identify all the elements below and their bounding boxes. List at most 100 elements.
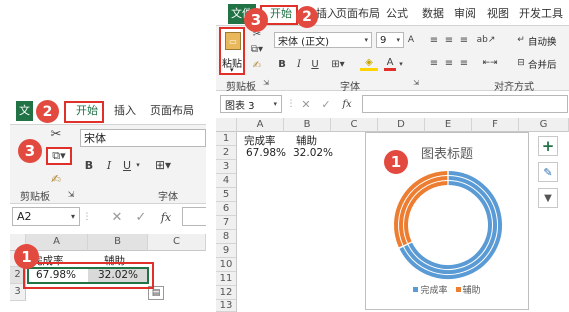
column-header-b[interactable]: B bbox=[284, 118, 331, 132]
bold-button[interactable]: B bbox=[82, 157, 96, 173]
increase-font-icon[interactable]: A bbox=[406, 32, 416, 48]
font-name-dropdown-icon[interactable]: ▾ bbox=[364, 36, 368, 44]
row-header-6[interactable]: 6 bbox=[216, 202, 237, 216]
merge-label[interactable]: 合并后 bbox=[528, 57, 557, 71]
cell-a1[interactable]: 完成率 bbox=[244, 133, 276, 148]
font-name-select[interactable]: 宋体 bbox=[80, 129, 206, 147]
tab-page-layout[interactable]: 页面布局 bbox=[336, 4, 380, 24]
border-icon[interactable]: ⊞▾ bbox=[330, 57, 346, 71]
row-header-1[interactable]: 1 bbox=[216, 132, 237, 146]
clipboard-launcher-icon[interactable]: ⇲ bbox=[262, 79, 270, 87]
row-header-9[interactable]: 9 bbox=[216, 244, 237, 258]
tab-insert[interactable]: 插入 bbox=[114, 101, 136, 121]
row-header-7[interactable]: 7 bbox=[216, 216, 237, 230]
merge-icon[interactable]: ⊟ bbox=[516, 57, 526, 69]
font-size-select[interactable]: 9 ▾ bbox=[376, 32, 404, 48]
more-icon: ⋮ bbox=[286, 99, 296, 109]
enter-icon[interactable]: ✓ bbox=[320, 97, 332, 111]
format-painter-icon[interactable]: ✍ bbox=[250, 59, 264, 71]
format-painter-icon[interactable]: ✍ bbox=[48, 171, 64, 187]
tab-insert[interactable]: 插入 bbox=[316, 4, 338, 24]
align-bottom-icon[interactable]: ≡ bbox=[458, 34, 470, 46]
row-header-13[interactable]: 13 bbox=[216, 300, 237, 312]
bold-button[interactable]: B bbox=[276, 57, 288, 71]
copy-icon[interactable]: ⧉▾ bbox=[46, 147, 72, 165]
paste-button[interactable]: ▭ 粘贴 ▾ bbox=[219, 27, 245, 75]
underline-button[interactable]: U bbox=[120, 157, 134, 173]
chart-legend[interactable]: 完成率 辅助 bbox=[366, 283, 528, 296]
tab-review[interactable]: 审阅 bbox=[454, 4, 476, 24]
row-header-12[interactable]: 12 bbox=[216, 286, 237, 300]
tab-file[interactable]: 文 bbox=[16, 101, 33, 121]
legend-item-completion: 完成率 bbox=[413, 283, 448, 296]
cell-a2[interactable]: 67.98% bbox=[246, 147, 286, 159]
tab-page-layout[interactable]: 页面布局 bbox=[150, 101, 194, 121]
cell-b1[interactable]: 辅助 bbox=[296, 133, 317, 148]
row-header-8[interactable]: 8 bbox=[216, 230, 237, 244]
column-header-a[interactable]: A bbox=[237, 118, 284, 132]
italic-button[interactable]: I bbox=[102, 157, 116, 173]
orientation-icon[interactable]: ab↗ bbox=[477, 34, 496, 46]
column-header-c[interactable]: C bbox=[331, 118, 378, 132]
clipboard-launcher-icon[interactable]: ⇲ bbox=[66, 189, 76, 199]
tab-data[interactable]: 数据 bbox=[422, 4, 444, 24]
corner-select-all[interactable] bbox=[216, 118, 237, 132]
tab-view[interactable]: 视图 bbox=[487, 4, 509, 24]
font-color-button[interactable]: A bbox=[384, 57, 396, 71]
cut-icon[interactable]: ✂ bbox=[48, 126, 64, 142]
chart-elements-button[interactable]: + bbox=[538, 136, 558, 156]
alignment-group-label: 对齐方式 bbox=[494, 82, 534, 93]
paste-dropdown-icon[interactable]: ▾ bbox=[230, 66, 234, 74]
name-box[interactable]: A2 ▾ bbox=[12, 207, 80, 226]
cancel-icon[interactable]: ✕ bbox=[300, 97, 312, 111]
tab-formulas[interactable]: 公式 bbox=[386, 4, 408, 24]
cancel-icon[interactable]: ✕ bbox=[110, 209, 124, 225]
tab-developer[interactable]: 开发工具 bbox=[519, 4, 563, 24]
align-middle-icon[interactable]: ≡ bbox=[443, 34, 455, 46]
formula-input[interactable] bbox=[362, 95, 568, 113]
wrap-text-label[interactable]: 自动换 bbox=[528, 34, 557, 48]
formula-bar: 图表 3 ▾ ⋮ ✕ ✓ fx bbox=[216, 94, 569, 116]
row-header-5[interactable]: 5 bbox=[216, 188, 237, 202]
italic-button[interactable]: I bbox=[293, 57, 305, 71]
align-center-icon[interactable]: ≡ bbox=[443, 57, 455, 69]
row-header-3[interactable]: 3 bbox=[216, 160, 237, 174]
underline-button[interactable]: U bbox=[309, 57, 321, 71]
align-right-icon[interactable]: ≡ bbox=[458, 57, 470, 69]
formula-input[interactable] bbox=[182, 207, 206, 226]
row-header-4[interactable]: 4 bbox=[216, 174, 237, 188]
font-name-select[interactable]: 宋体 (正文) ▾ bbox=[274, 32, 372, 48]
column-header-e[interactable]: E bbox=[425, 118, 472, 132]
insert-function-icon[interactable]: fx bbox=[158, 209, 174, 225]
chart-filters-button[interactable]: ▼ bbox=[538, 188, 558, 208]
name-box-dropdown-icon[interactable]: ▾ bbox=[71, 212, 75, 221]
enter-icon[interactable]: ✓ bbox=[134, 209, 148, 225]
column-header-f[interactable]: F bbox=[472, 118, 519, 132]
underline-dropdown-icon[interactable]: ▾ bbox=[134, 157, 142, 173]
fill-color-icon[interactable]: ◈ bbox=[360, 57, 378, 71]
column-header-d[interactable]: D bbox=[378, 118, 425, 132]
row-header-10[interactable]: 10 bbox=[216, 258, 237, 272]
font-size-dropdown-icon[interactable]: ▾ bbox=[396, 36, 400, 44]
insert-function-icon[interactable]: fx bbox=[340, 97, 354, 111]
step-badge-3: 3 bbox=[18, 139, 42, 163]
column-header-c[interactable]: C bbox=[148, 234, 206, 251]
doughnut-segment-ring3-completion[interactable] bbox=[408, 181, 492, 269]
chart-styles-button[interactable]: ✎ bbox=[538, 162, 558, 182]
row-header-2[interactable]: 2 bbox=[216, 146, 237, 160]
home-tab-highlight bbox=[64, 101, 104, 123]
font-color-dropdown-icon[interactable]: ▾ bbox=[397, 57, 405, 71]
font-launcher-icon[interactable]: ⇲ bbox=[412, 79, 420, 87]
indent-icon[interactable]: ⇤⇥ bbox=[478, 57, 502, 69]
align-top-icon[interactable]: ≡ bbox=[428, 34, 440, 46]
align-left-icon[interactable]: ≡ bbox=[428, 57, 440, 69]
wrap-text-icon[interactable]: ↵ bbox=[516, 34, 526, 46]
cell-b2[interactable]: 32.02% bbox=[293, 147, 333, 159]
row-header-11[interactable]: 11 bbox=[216, 272, 237, 286]
column-header-b[interactable]: B bbox=[88, 234, 148, 251]
copy-icon[interactable]: ⧉▾ bbox=[248, 43, 266, 55]
border-icon[interactable]: ⊞▾ bbox=[152, 157, 174, 173]
name-box-dropdown-icon[interactable]: ▾ bbox=[273, 100, 277, 108]
name-box[interactable]: 图表 3 ▾ bbox=[220, 95, 282, 113]
column-header-g[interactable]: G bbox=[519, 118, 569, 132]
